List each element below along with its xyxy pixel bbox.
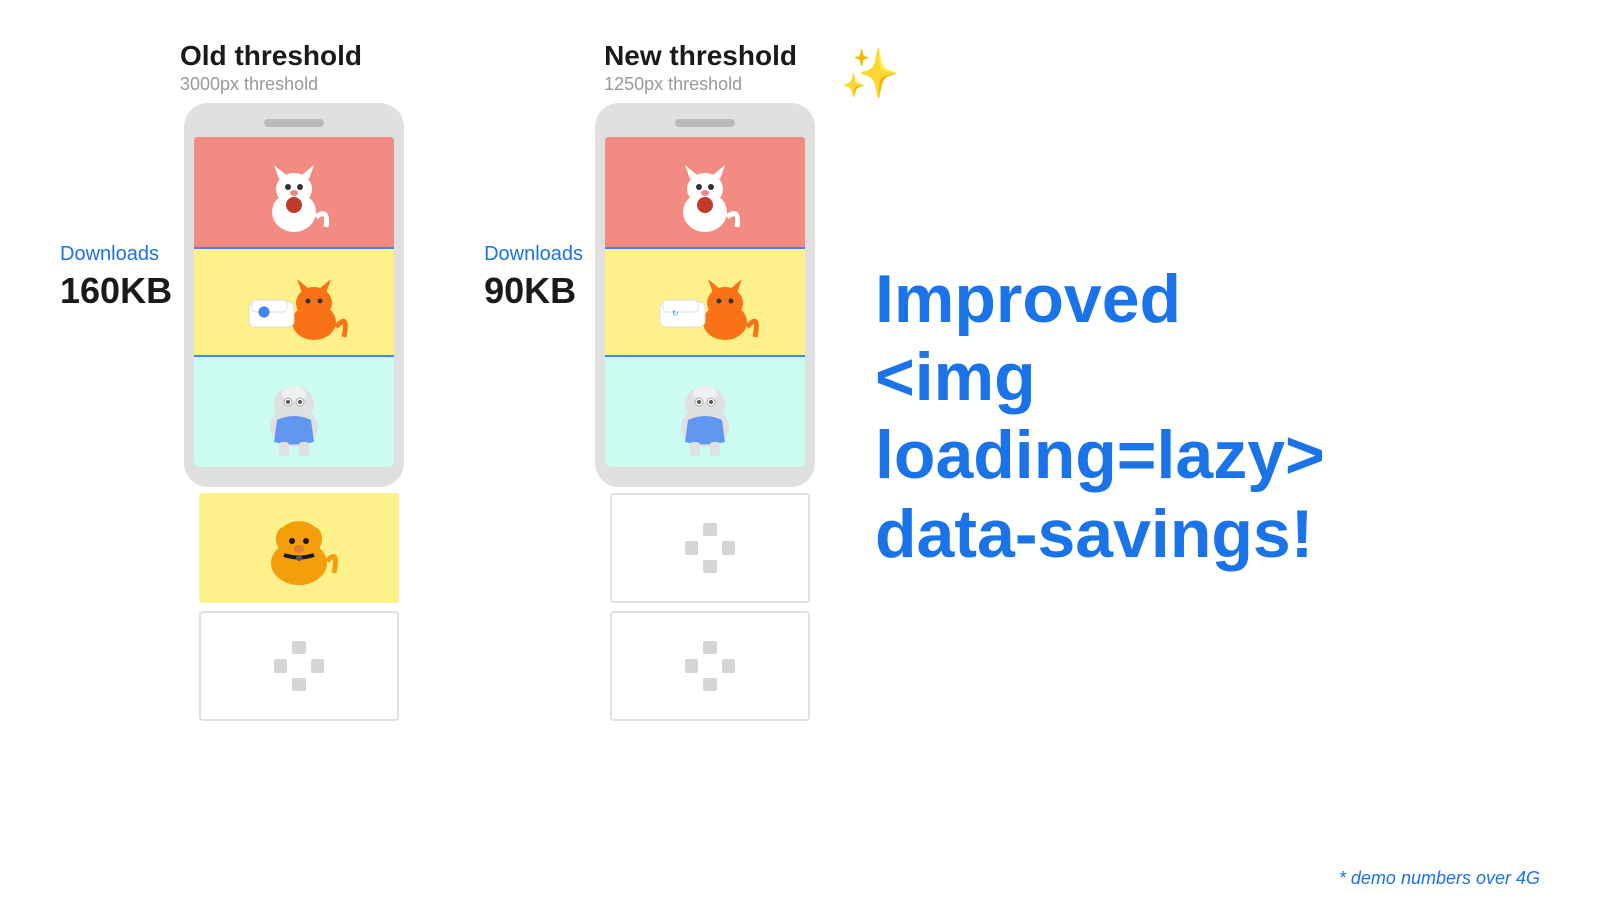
old-threshold-title: Old threshold (180, 40, 404, 72)
new-img-yellow: ↻ (605, 247, 805, 357)
hero-section: Improved <img loading=lazy> data-savings… (815, 40, 1415, 573)
old-img-cyan (194, 357, 394, 467)
old-download-info: Downloads 160KB (60, 103, 172, 312)
old-img-pink (194, 137, 394, 247)
new-threshold-column: New threshold 1250px threshold Downloads… (484, 40, 815, 721)
old-phone-area: ↻ (184, 103, 404, 721)
new-img-pink (605, 137, 805, 247)
old-downloads-label: Downloads (60, 243, 159, 266)
new-downloads-label: Downloads (484, 243, 583, 266)
new-phone-screen: ↻ (605, 137, 805, 467)
svg-text:↻: ↻ (672, 309, 679, 318)
robot-dog-icon-2 (660, 362, 750, 462)
old-dog-tile (199, 493, 399, 603)
yellow-dog-icon (254, 503, 344, 593)
robot-dog-icon (249, 362, 339, 462)
old-spinner-icon (274, 641, 324, 691)
old-threshold-subtitle: 3000px threshold (180, 74, 404, 95)
hero-line1: Improved (875, 261, 1181, 337)
old-threshold-header: Old threshold 3000px threshold (60, 40, 404, 95)
new-img-cyan (605, 357, 805, 467)
main-container: Old threshold 3000px threshold Downloads… (0, 0, 1600, 919)
demo-note: * demo numbers over 4G (1339, 868, 1540, 889)
hero-line2: <img loading=lazy> (875, 339, 1325, 493)
sparkle-icon: ✨ (840, 45, 900, 102)
new-threshold-subtitle: 1250px threshold (604, 74, 815, 95)
new-downloads-size: 90KB (484, 270, 576, 312)
new-spinner-tile-1 (610, 493, 810, 603)
old-outside-images (189, 493, 399, 721)
old-spinner-tile (199, 611, 399, 721)
new-threshold-title: New threshold (604, 40, 815, 72)
new-spinner-icon-1 (685, 523, 735, 573)
new-phone-area: ↻ (595, 103, 815, 721)
new-threshold-header: New threshold 1250px threshold (484, 40, 815, 95)
new-phone-col: Downloads 90KB (484, 103, 815, 721)
old-img-yellow: ↻ (194, 247, 394, 357)
orange-cat-icon-2: ↻ (645, 257, 765, 347)
old-threshold-column: Old threshold 3000px threshold Downloads… (60, 40, 404, 721)
old-phone: ↻ (184, 103, 404, 487)
cat-white-icon-2 (665, 147, 745, 237)
svg-text:↻: ↻ (261, 309, 268, 318)
old-phone-col: Downloads 160KB (60, 103, 404, 721)
old-downloads-size: 160KB (60, 270, 172, 312)
old-phone-notch (264, 119, 324, 127)
new-phone-notch (675, 119, 735, 127)
new-phone: ↻ (595, 103, 815, 487)
new-download-info: Downloads 90KB (484, 103, 583, 312)
new-spinner-icon-2 (685, 641, 735, 691)
cat-white-icon (254, 147, 334, 237)
hero-line3: data-savings! (875, 496, 1313, 572)
hero-text: Improved <img loading=lazy> data-savings… (875, 260, 1415, 573)
new-outside-images (600, 493, 810, 721)
new-spinner-tile-2 (610, 611, 810, 721)
old-phone-screen: ↻ (194, 137, 394, 467)
orange-cat-icon: ↻ (234, 257, 354, 347)
